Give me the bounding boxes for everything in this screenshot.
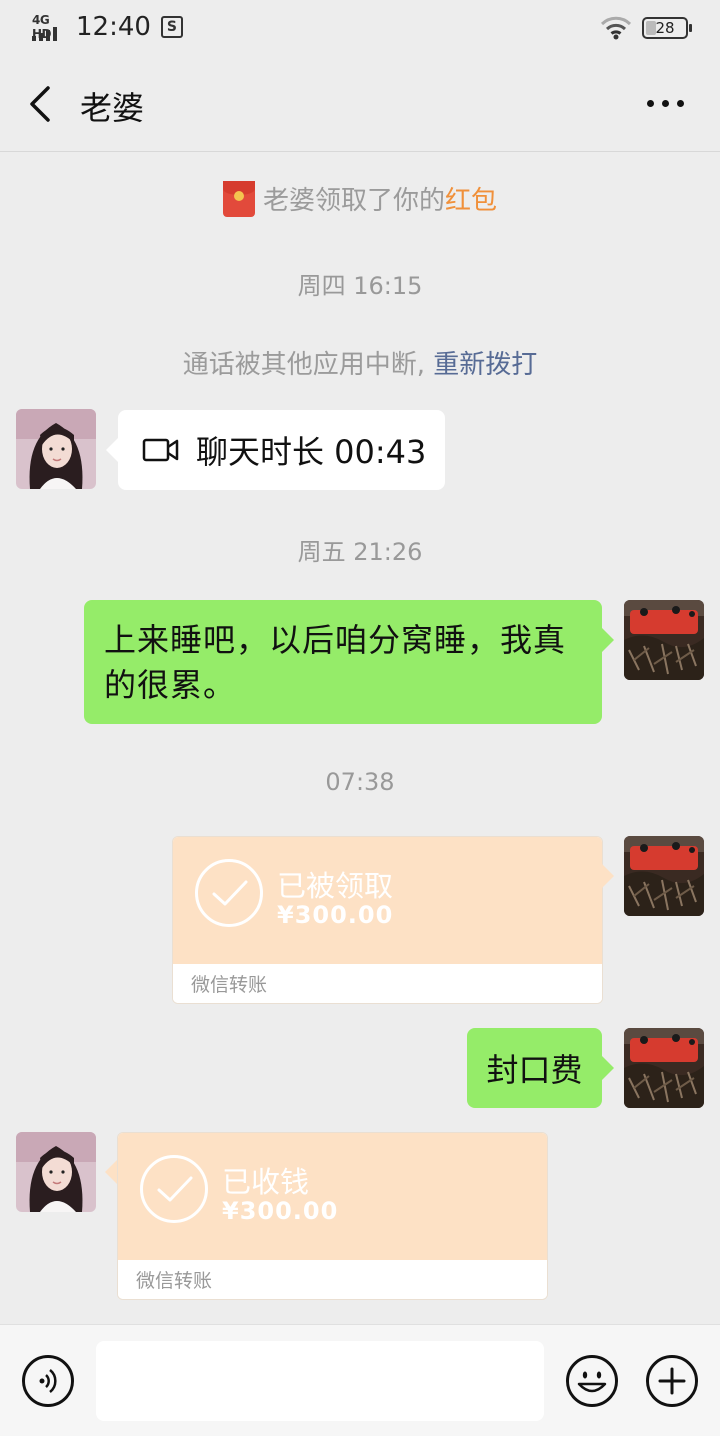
timestamp: 07:38 (325, 768, 395, 796)
check-circle-icon (140, 1155, 208, 1223)
network-signal-icon: 4G HD (30, 13, 66, 41)
text-message-outgoing[interactable]: 上来睡吧，以后咱分窝睡，我真的很累。 (84, 600, 614, 724)
wifi-icon (600, 16, 632, 40)
status-time: 12:40 (76, 12, 151, 42)
chat-title: 老婆 (80, 89, 145, 127)
avatar-self[interactable] (624, 600, 704, 680)
voice-button[interactable] (22, 1355, 74, 1407)
message-input[interactable] (96, 1341, 544, 1421)
text-message-outgoing[interactable]: 封口费 (467, 1028, 614, 1108)
avatar-contact[interactable] (16, 1132, 96, 1212)
check-circle-icon (195, 859, 263, 927)
video-camera-icon (142, 438, 179, 462)
red-packet-notice: 老婆领取了你的红包 (0, 180, 720, 217)
status-bar: 4G HD 12:40 S 28 (0, 0, 720, 56)
transfer-status: 已收钱 (222, 1165, 310, 1199)
avatar-contact[interactable] (16, 409, 96, 489)
red-packet-notice-text: 老婆领取了你的 (262, 186, 445, 216)
transfer-message-outgoing[interactable]: 已被领取 ¥300.00 微信转账 (172, 836, 603, 1004)
input-bar (0, 1324, 720, 1436)
emoji-icon (577, 1371, 607, 1393)
sim-icon: S (160, 16, 183, 38)
timestamp: 周五 21:26 (297, 538, 423, 566)
plus-icon (658, 1367, 686, 1395)
more-button[interactable] (640, 88, 690, 118)
call-notice-text: 通话被其他应用中断, (182, 350, 425, 380)
transfer-message-incoming[interactable]: 已收钱 ¥300.00 微信转账 (117, 1132, 548, 1300)
avatar-self[interactable] (624, 1028, 704, 1108)
transfer-amount: ¥300.00 (277, 901, 394, 929)
transfer-amount: ¥300.00 (222, 1197, 339, 1225)
video-call-message[interactable]: 聊天时长 00:43 (106, 410, 445, 490)
redial-link[interactable]: 重新拨打 (433, 350, 537, 380)
chevron-left-icon (30, 86, 50, 122)
red-packet-icon (222, 180, 255, 217)
battery-icon: 28 (642, 17, 692, 39)
call-duration: 聊天时长 00:43 (196, 433, 427, 471)
more-actions-button[interactable] (646, 1355, 698, 1407)
red-packet-link[interactable]: 红包 (445, 186, 497, 216)
voice-icon (39, 1369, 57, 1393)
transfer-label: 微信转账 (118, 1260, 547, 1299)
transfer-status: 已被领取 (277, 869, 394, 903)
avatar-self[interactable] (624, 836, 704, 916)
call-interrupted-notice: 通话被其他应用中断, 重新拨打 (0, 344, 720, 381)
more-dots-icon (646, 99, 654, 107)
transfer-label: 微信转账 (173, 964, 602, 1003)
chat-header: 老婆 (0, 56, 720, 152)
emoji-button[interactable] (566, 1355, 618, 1407)
battery-level: 28 (655, 19, 675, 37)
timestamp: 周四 16:15 (297, 272, 423, 300)
back-button[interactable] (22, 84, 62, 124)
